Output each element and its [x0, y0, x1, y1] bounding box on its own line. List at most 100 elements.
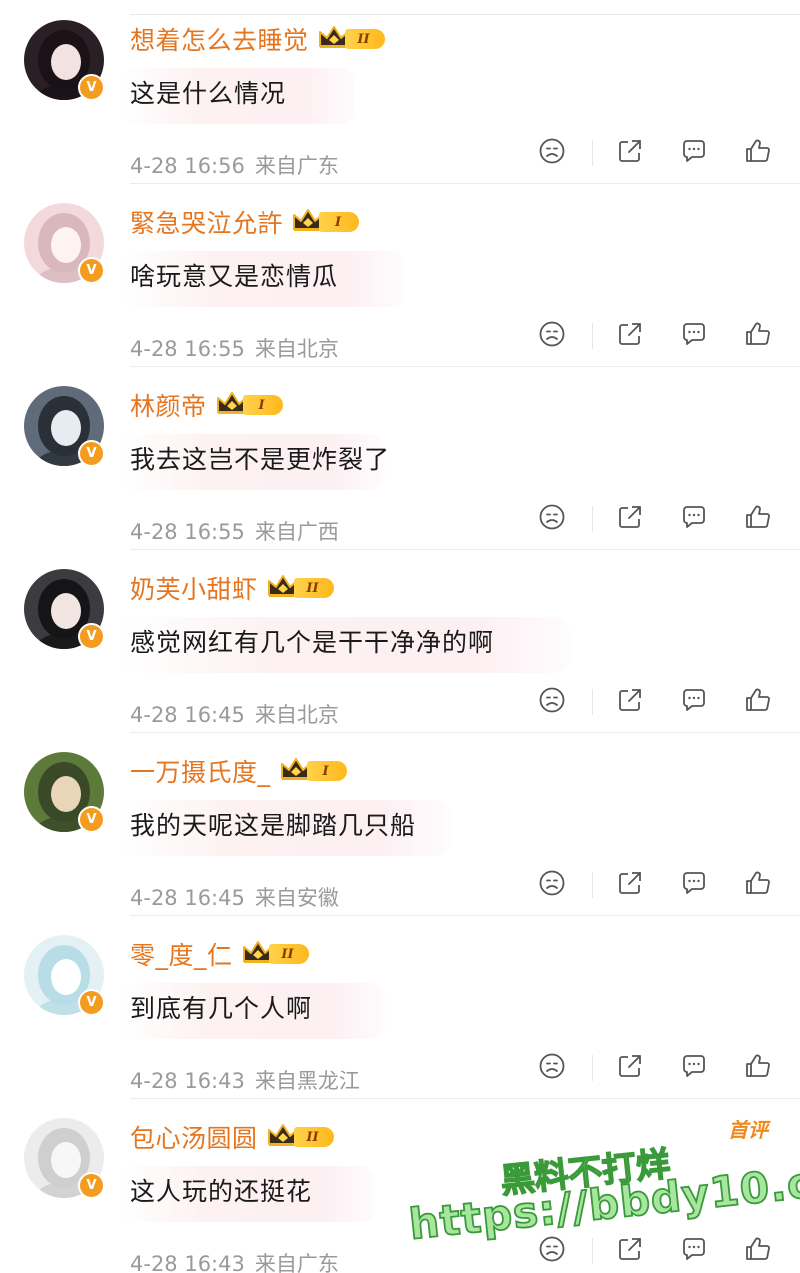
action-divider: [592, 323, 593, 349]
comment-location: 来自安徽: [254, 886, 339, 910]
reply-button[interactable]: [677, 1051, 711, 1085]
like-button[interactable]: [741, 319, 775, 353]
comment-time: 4-28 16:43: [130, 1252, 245, 1273]
comment-actions: [535, 685, 785, 725]
dislike-button[interactable]: [535, 685, 569, 719]
level-badge[interactable]: I: [291, 209, 360, 235]
reply-button[interactable]: [677, 136, 711, 170]
comment-item: V 包心汤圆圆 II 这人玩的还挺花 4-28 16:43 来自广东: [0, 1098, 800, 1273]
comment-icon: [679, 868, 709, 902]
action-divider: [592, 140, 593, 166]
comment-item: V 想着怎么去睡觉 II 这是什么情况 4-28 16:56 来自广东: [0, 0, 800, 184]
comment-text[interactable]: 到底有几个人啊: [130, 989, 312, 1025]
comment-location: 来自广东: [254, 1252, 339, 1273]
username[interactable]: 林颜帝: [130, 387, 207, 423]
level-number: I: [319, 212, 360, 232]
action-divider: [592, 506, 593, 532]
level-number: II: [344, 29, 385, 49]
action-divider: [592, 1055, 593, 1081]
level-badge[interactable]: II: [241, 941, 309, 967]
verified-v-icon: V: [78, 1172, 105, 1199]
username[interactable]: 包心汤圆圆: [130, 1119, 258, 1155]
comment-time: 4-28 16:45: [130, 703, 245, 727]
share-button[interactable]: [613, 502, 647, 536]
share-button[interactable]: [613, 868, 647, 902]
verified-v-icon: V: [78, 806, 105, 833]
share-icon: [615, 685, 645, 719]
level-badge[interactable]: II: [317, 26, 385, 52]
comment-icon: [679, 685, 709, 719]
reply-button[interactable]: [677, 502, 711, 536]
comment-text[interactable]: 啥玩意又是恋情瓜: [130, 257, 338, 293]
dislike-button[interactable]: [535, 868, 569, 902]
verified-v-icon: V: [78, 623, 105, 650]
like-icon: [743, 685, 773, 719]
comment-time: 4-28 16:56: [130, 154, 245, 178]
like-icon: [743, 319, 773, 353]
level-badge[interactable]: I: [279, 758, 347, 784]
action-divider: [592, 872, 593, 898]
like-icon: [743, 136, 773, 170]
username-row: 想着怎么去睡觉 II: [130, 22, 385, 56]
share-button[interactable]: [613, 1051, 647, 1085]
share-button[interactable]: [613, 319, 647, 353]
comment-meta: 4-28 16:55 来自北京: [130, 333, 339, 363]
comment-time: 4-28 16:55: [130, 520, 245, 544]
share-icon: [615, 502, 645, 536]
username-row: 一万摄氏度_ I: [130, 754, 347, 788]
reply-button[interactable]: [677, 868, 711, 902]
comment-icon: [679, 319, 709, 353]
like-button[interactable]: [741, 1234, 775, 1268]
comment-meta: 4-28 16:43 来自广东: [130, 1248, 339, 1273]
like-icon: [743, 868, 773, 902]
comment-text[interactable]: 感觉网红有几个是干干净净的啊: [130, 623, 494, 659]
dislike-button[interactable]: [535, 502, 569, 536]
dislike-button[interactable]: [535, 1234, 569, 1268]
comment-text[interactable]: 我的天呢这是脚踏几只船: [130, 806, 416, 842]
like-button[interactable]: [741, 868, 775, 902]
dislike-button[interactable]: [535, 1051, 569, 1085]
like-button[interactable]: [741, 136, 775, 170]
username-row: 緊急哭泣允許 I: [130, 204, 360, 240]
reply-button[interactable]: [677, 319, 711, 353]
level-badge[interactable]: II: [266, 575, 334, 601]
share-button[interactable]: [613, 136, 647, 170]
dislike-icon: [537, 1234, 567, 1268]
comment-time: 4-28 16:45: [130, 886, 245, 910]
comment-text[interactable]: 这人玩的还挺花: [130, 1172, 312, 1208]
level-badge[interactable]: II: [266, 1124, 334, 1150]
comment-actions: [535, 319, 785, 359]
level-number: II: [268, 944, 309, 964]
action-divider: [592, 1238, 593, 1264]
level-number: I: [242, 395, 283, 415]
verified-v-icon: V: [78, 257, 105, 284]
username[interactable]: 奶芙小甜虾: [130, 570, 258, 606]
share-button[interactable]: [613, 1234, 647, 1268]
comment-meta: 4-28 16:45 来自安徽: [130, 882, 339, 912]
like-button[interactable]: [741, 1051, 775, 1085]
dislike-icon: [537, 1051, 567, 1085]
username-row: 林颜帝 I: [130, 388, 283, 422]
comment-location: 来自北京: [254, 703, 339, 727]
reply-button[interactable]: [677, 685, 711, 719]
comment-text[interactable]: 这是什么情况: [130, 74, 286, 110]
username[interactable]: 一万摄氏度_: [130, 753, 271, 789]
comment-meta: 4-28 16:55 来自广西: [130, 516, 339, 546]
comment-meta: 4-28 16:43 来自黑龙江: [130, 1065, 360, 1095]
comment-text[interactable]: 我去这岂不是更炸裂了: [130, 440, 390, 476]
username[interactable]: 零_度_仁: [130, 936, 233, 972]
share-button[interactable]: [613, 685, 647, 719]
first-review-tag: 首评: [728, 1118, 768, 1142]
comment-icon: [679, 136, 709, 170]
reply-button[interactable]: [677, 1234, 711, 1268]
comment-meta: 4-28 16:45 来自北京: [130, 699, 339, 729]
username-row: 奶芙小甜虾 II: [130, 571, 334, 605]
level-badge[interactable]: I: [215, 392, 283, 418]
username[interactable]: 想着怎么去睡觉: [130, 21, 309, 57]
like-button[interactable]: [741, 502, 775, 536]
username[interactable]: 緊急哭泣允許: [130, 204, 283, 240]
share-icon: [615, 1234, 645, 1268]
dislike-button[interactable]: [535, 319, 569, 353]
dislike-button[interactable]: [535, 136, 569, 170]
like-button[interactable]: [741, 685, 775, 719]
